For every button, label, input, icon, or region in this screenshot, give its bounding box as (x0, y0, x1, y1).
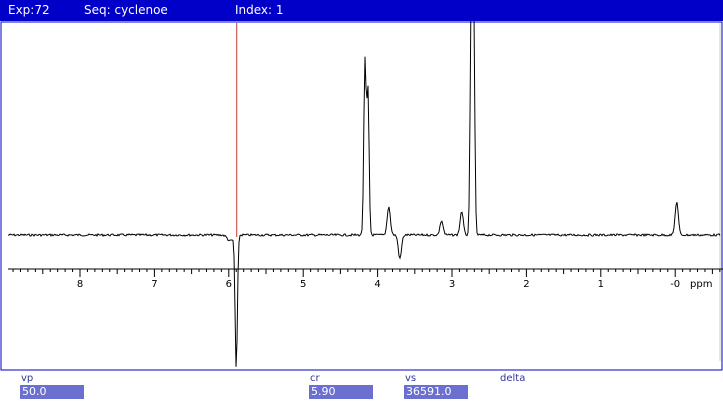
ppm-unit-label: ppm (690, 279, 712, 290)
axis-tick-label: 1 (598, 279, 604, 290)
delta-label: delta (500, 373, 526, 384)
spectrum-trace (7, 21, 721, 367)
status-bar: Exp:72 Seq: cyclenoe Index: 1 (0, 0, 723, 21)
vs-value-field[interactable]: 36591.0 (404, 385, 468, 399)
axis-tick-label: 8 (77, 279, 83, 290)
axis-tick-label: 2 (523, 279, 529, 290)
cr-label: cr (310, 373, 320, 384)
cr-value-field[interactable]: 5.90 (309, 385, 373, 399)
index-label: Index: 1 (235, 3, 284, 17)
spectrum-window: Exp:72 Seq: cyclenoe Index: 1 8 7 6 5 4 3 2 1 -0… (0, 0, 723, 402)
spectrum-canvas[interactable]: 8 7 6 5 4 3 2 1 -0 ppm (0, 21, 723, 371)
vp-label: vp (21, 373, 34, 384)
axis-tick-label: 4 (374, 279, 380, 290)
axis-tick-label: 6 (226, 279, 232, 290)
vs-label: vs (405, 373, 417, 384)
axis-tick-label: 5 (300, 279, 306, 290)
axis-tick-label: 7 (151, 279, 157, 290)
experiment-label: Exp:72 (8, 3, 50, 17)
canvas-frame (0, 21, 723, 371)
sequence-label: Seq: cyclenoe (84, 3, 168, 17)
axis-tick-label: 3 (449, 279, 455, 290)
axis-tick-label: -0 (670, 279, 680, 290)
vp-value-field[interactable]: 50.0 (20, 385, 84, 399)
ppm-axis-ticks: 8 7 6 5 4 3 2 1 -0 (12, 269, 721, 290)
